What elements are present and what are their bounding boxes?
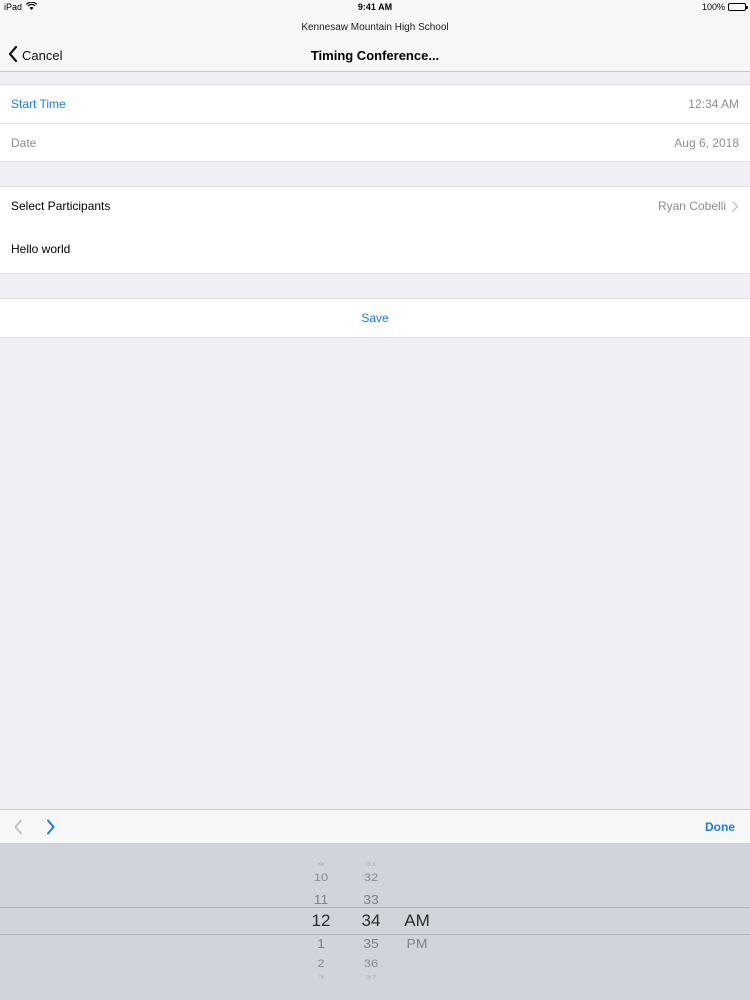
date-label: Date: [11, 135, 37, 150]
status-right: 100%: [701, 2, 748, 12]
keyboard-accessory-bar: Done: [0, 809, 750, 843]
datetime-section: Start Time 12:34 AM Date Aug 6, 2018: [0, 84, 750, 162]
participants-value: Ryan Cobelli: [657, 199, 726, 213]
chevron-right-icon: [732, 200, 739, 212]
hour-option[interactable]: 1: [296, 935, 346, 950]
minute-option[interactable]: 32: [346, 872, 396, 884]
participants-section: Select Participants Ryan Cobelli Hello w…: [0, 186, 750, 274]
start-time-row[interactable]: Start Time 12:34 AM: [0, 85, 750, 123]
minute-option[interactable]: 33: [346, 891, 396, 906]
status-bar: iPad 9:41 AM 100%: [0, 0, 750, 14]
time-picker[interactable]: 9 10 11 12 1 2 3 31 32 33 34 35 36 37 AM PM: [0, 843, 750, 1000]
note-text: Hello world: [11, 242, 71, 256]
app-name: Kennesaw Mountain High School: [301, 22, 449, 33]
minute-option[interactable]: 36: [346, 957, 396, 969]
hour-option[interactable]: 12: [296, 911, 346, 931]
save-button[interactable]: Save: [0, 299, 750, 337]
done-button[interactable]: Done: [705, 820, 735, 834]
page-title: Timing Conference...: [310, 48, 440, 63]
date-value: Aug 6, 2018: [674, 135, 739, 150]
select-participants-row[interactable]: Select Participants Ryan Cobelli: [0, 187, 750, 225]
minute-option[interactable]: 31: [346, 862, 396, 867]
save-section: Save: [0, 298, 750, 338]
hour-option[interactable]: 10: [296, 872, 346, 884]
save-label: Save: [361, 311, 389, 325]
period-option[interactable]: AM: [392, 911, 442, 931]
hour-option[interactable]: 9: [296, 862, 346, 867]
previous-field-button[interactable]: [13, 819, 23, 840]
minute-option[interactable]: 35: [346, 935, 396, 950]
period-option[interactable]: PM: [392, 935, 442, 950]
next-field-button[interactable]: [46, 819, 56, 840]
navigation-bar: Kennesaw Mountain High School Cancel Tim…: [0, 14, 750, 72]
chevron-right-icon: [47, 819, 55, 835]
chevron-left-icon: [14, 819, 22, 835]
minute-option[interactable]: 37: [346, 974, 396, 979]
hour-wheel[interactable]: 9 10 11 12 1 2 3: [300, 843, 350, 1000]
period-wheel[interactable]: AM PM: [392, 843, 442, 1000]
hour-option[interactable]: 2: [296, 957, 346, 969]
start-time-value: 12:34 AM: [688, 97, 739, 111]
battery-icon: [728, 3, 748, 11]
hour-option[interactable]: 11: [296, 891, 346, 906]
start-time-label: Start Time: [11, 97, 66, 111]
hour-option[interactable]: 3: [296, 974, 346, 979]
battery-percent: 100%: [701, 2, 725, 12]
date-row[interactable]: Date Aug 6, 2018: [0, 123, 750, 161]
minute-wheel[interactable]: 31 32 33 34 35 36 37: [346, 843, 396, 1000]
minute-option[interactable]: 34: [346, 911, 396, 931]
participants-label: Select Participants: [11, 199, 111, 213]
status-time: 9:41 AM: [357, 2, 393, 12]
note-textarea[interactable]: Hello world: [0, 225, 750, 273]
